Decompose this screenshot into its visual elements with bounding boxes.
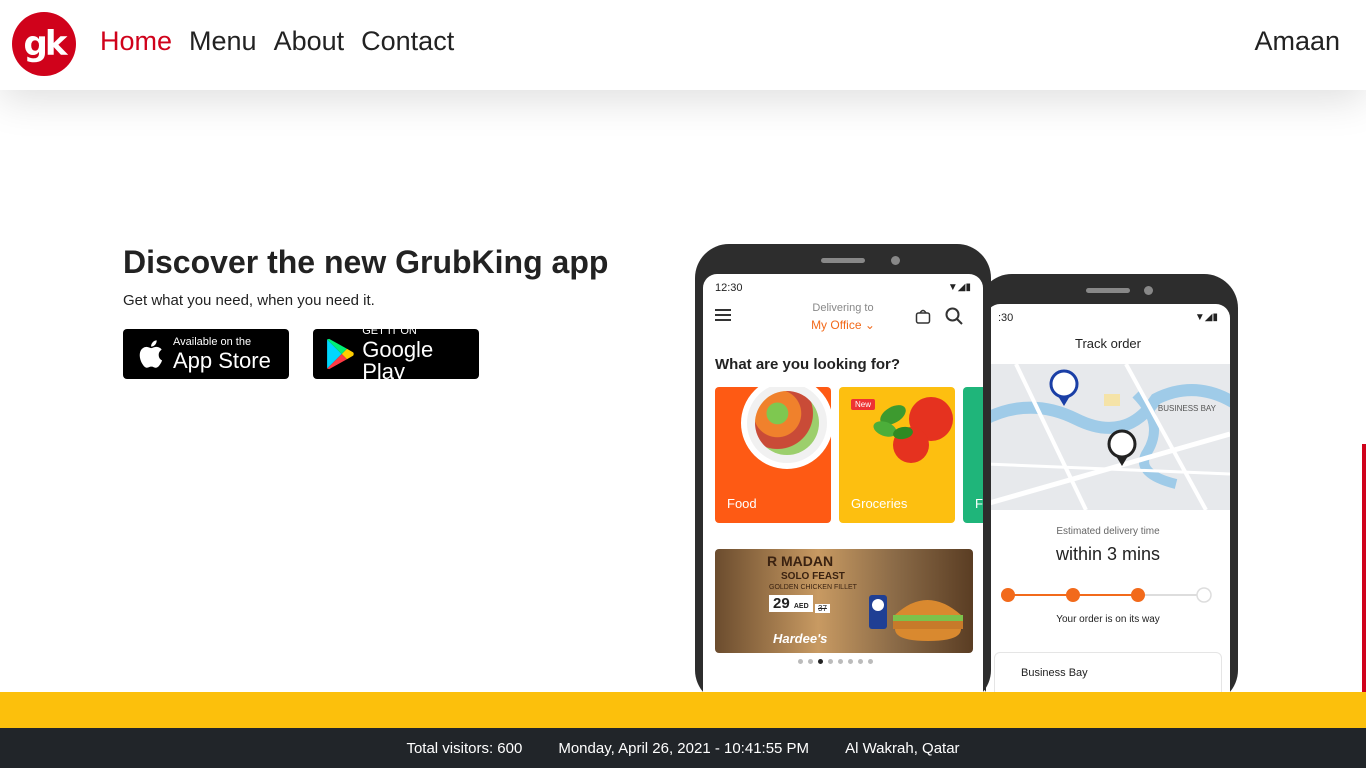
nav-link-home[interactable]: Home: [100, 26, 172, 57]
phone-mockup-home: 12:30 ▼◢▮ Delivering to My Office ⌄ What…: [695, 244, 991, 704]
scroll-indicator[interactable]: [1362, 444, 1366, 692]
phone-speaker: [821, 258, 865, 263]
phone-camera: [1144, 286, 1153, 295]
phone-screen: :30 ▼◢▮ Track order BUSINESS BAY Estimat…: [986, 304, 1230, 704]
map-area-label: BUSINESS BAY: [1157, 404, 1216, 413]
phone-speaker: [1086, 288, 1130, 293]
delivery-address-text: Business Bay: [1021, 667, 1088, 679]
promo-title: R MADAN: [767, 553, 834, 569]
apple-icon: [139, 340, 163, 368]
category-card-groceries: New Groceries: [839, 387, 955, 523]
app-store-button[interactable]: Available on the App Store: [123, 329, 289, 379]
category-label: F: [975, 496, 983, 511]
delivering-label: Delivering to: [812, 302, 874, 314]
user-account-name[interactable]: Amaan: [1254, 26, 1340, 57]
app-store-small-text: Available on the: [173, 335, 252, 348]
category-card-partial: F: [963, 387, 983, 523]
looking-for-heading: What are you looking for?: [715, 356, 901, 373]
search-icon: [945, 307, 963, 325]
nav-link-contact[interactable]: Contact: [361, 26, 454, 57]
visitor-count: Total visitors: 600: [406, 739, 523, 757]
order-status-text: Your order is on its way: [1056, 614, 1160, 625]
track-order-title: Track order: [1075, 336, 1141, 351]
basket-icon: [915, 309, 931, 324]
phone-screen: 12:30 ▼◢▮ Delivering to My Office ⌄ What…: [703, 274, 983, 694]
category-label: Groceries: [851, 496, 908, 511]
nav-links: Home Menu About Contact: [100, 26, 454, 57]
category-label: Food: [727, 496, 757, 511]
hero-subtitle: Get what you need, when you need it.: [123, 292, 375, 309]
user-location: Al Wakrah, Qatar: [845, 739, 960, 757]
burger-image: [869, 595, 963, 641]
app-store-big-text: App Store: [173, 347, 271, 373]
status-time: 12:30: [715, 282, 743, 294]
estimate-value: within 3 mins: [1055, 544, 1161, 564]
google-play-big-text: Google Play: [362, 336, 434, 384]
nav-link-menu[interactable]: Menu: [189, 26, 257, 57]
order-progress-tracker: [1001, 587, 1212, 603]
status-time: :30: [998, 312, 1014, 324]
promo-detail: GOLDEN CHICKEN FILLET: [769, 584, 857, 591]
phone-mockup-track-order: :30 ▼◢▮ Track order BUSINESS BAY Estimat…: [978, 274, 1238, 704]
status-icons: ▼◢▮: [947, 282, 971, 293]
delivery-map: BUSINESS BAY: [986, 364, 1230, 510]
salad-bowl-image: [741, 387, 831, 469]
banner-carousel-dots[interactable]: [798, 659, 873, 664]
status-icons: ▼◢▮: [1194, 312, 1218, 323]
footer-accent-bar: [0, 692, 1366, 728]
category-card-food: Food: [715, 387, 831, 523]
top-navbar: gk Home Menu About Contact Amaan: [0, 0, 1366, 90]
nav-link-about[interactable]: About: [274, 26, 345, 57]
promo-banner: R MADAN SOLO FEAST GOLDEN CHICKEN FILLET…: [715, 549, 973, 653]
play-icon: [327, 338, 354, 370]
current-datetime: Monday, April 26, 2021 - 10:41:55 PM: [558, 739, 810, 757]
basil-leaf-image: [873, 405, 913, 440]
brand-logo[interactable]: gk: [12, 12, 76, 76]
promo-subtitle: SOLO FEAST: [781, 571, 845, 582]
google-play-button[interactable]: GET IT ON Google Play: [313, 324, 479, 382]
promo-old-price: 37: [815, 604, 830, 613]
promo-price: 29 AED: [769, 595, 813, 612]
estimate-label: Estimated delivery time: [1056, 526, 1160, 537]
delivering-location: My Office ⌄: [811, 318, 875, 332]
hero-title: Discover the new GrubKing app: [123, 244, 609, 280]
footer-info-bar: Total visitors: 600 Monday, April 26, 20…: [0, 728, 1366, 768]
phone-camera: [891, 256, 900, 265]
google-play-small-text: GET IT ON: [362, 324, 417, 337]
promo-brand: Hardee's: [773, 631, 828, 646]
